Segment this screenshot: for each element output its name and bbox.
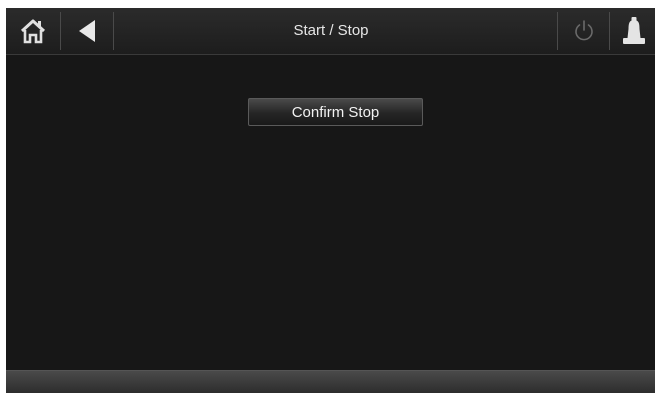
separator	[113, 12, 114, 50]
separator	[60, 12, 61, 50]
alarm-button[interactable]	[613, 8, 655, 54]
page-title: Start / Stop	[293, 22, 369, 39]
back-arrow-icon	[79, 20, 95, 42]
confirm-stop-button[interactable]: Confirm Stop	[248, 98, 423, 126]
power-button[interactable]	[561, 8, 607, 54]
home-icon	[20, 19, 46, 44]
back-button[interactable]	[64, 8, 110, 54]
top-bar: Start / Stop	[6, 8, 655, 55]
home-button[interactable]	[10, 8, 56, 54]
alarm-bell-icon	[623, 17, 645, 44]
bottom-bar	[6, 370, 655, 393]
separator	[557, 12, 558, 50]
hmi-screen: Start / Stop Confirm Stop	[6, 8, 655, 393]
separator	[609, 12, 610, 50]
power-icon	[575, 20, 593, 41]
